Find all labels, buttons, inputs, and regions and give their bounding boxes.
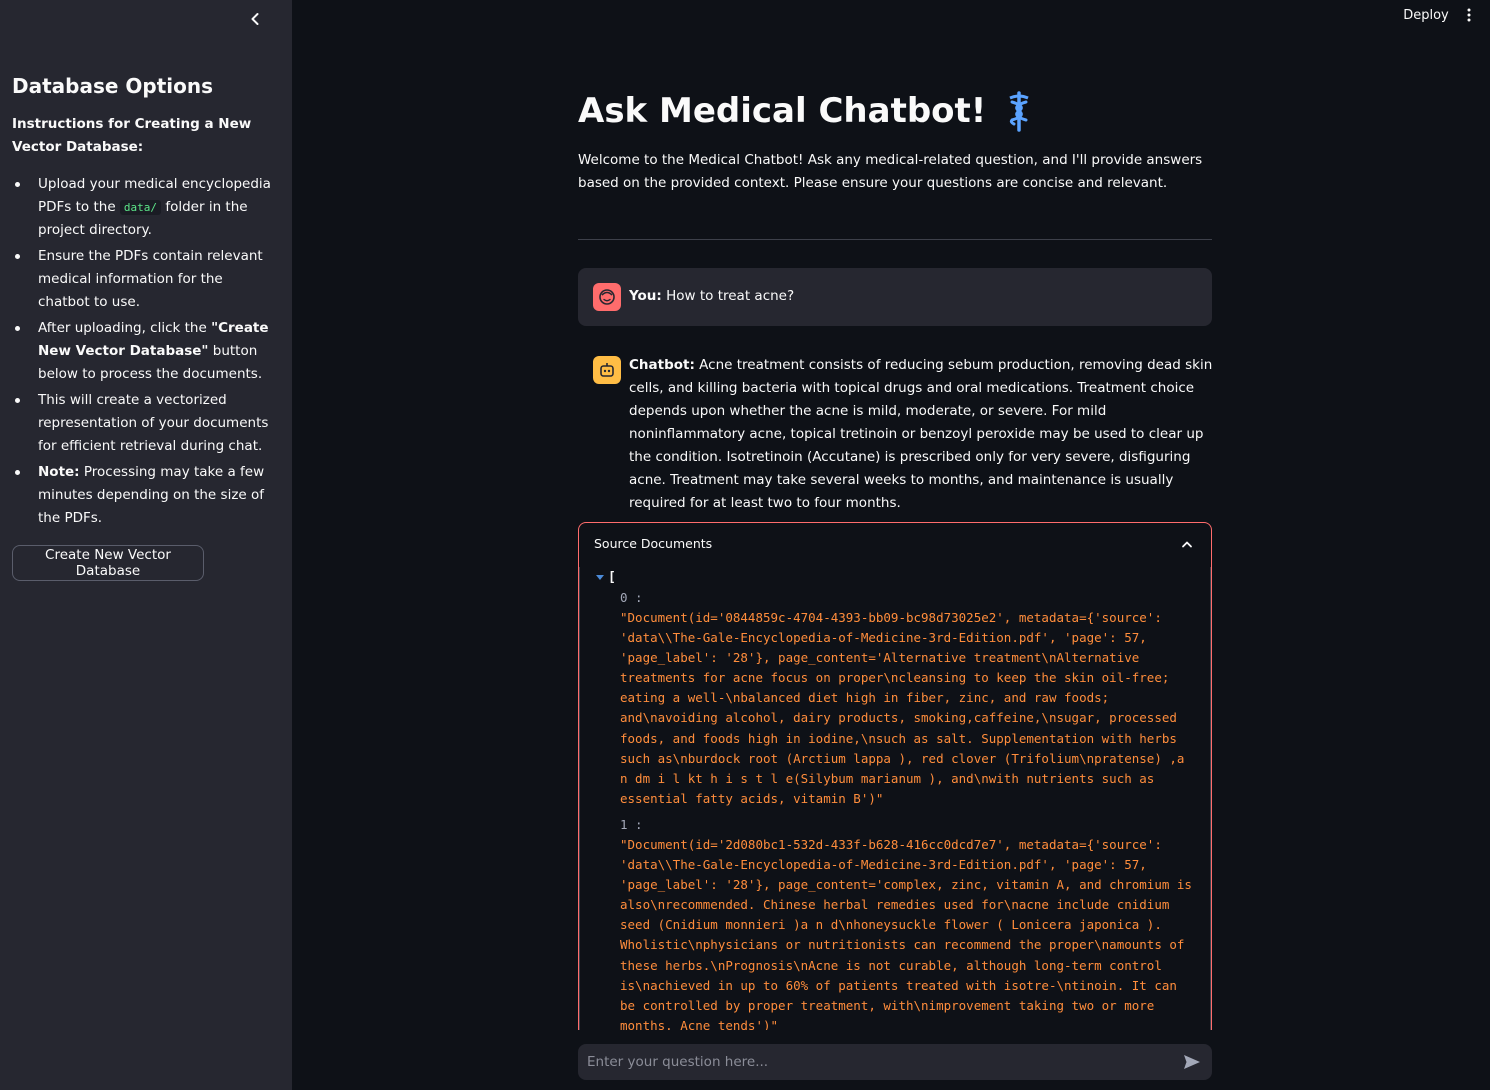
list-item: Ensure the PDFs contain relevant medical… bbox=[12, 245, 278, 314]
chevron-up-icon bbox=[1179, 536, 1195, 552]
user-face-icon bbox=[599, 289, 615, 305]
intro-text: Welcome to the Medical Chatbot! Ask any … bbox=[578, 152, 1203, 191]
chat-input-container bbox=[578, 1044, 1212, 1080]
send-button[interactable] bbox=[1182, 1052, 1202, 1072]
json-value: "Document(id='0844859c-4704-4393-bb09-bc… bbox=[620, 610, 1192, 806]
more-vertical-icon bbox=[1467, 8, 1471, 22]
chevron-left-icon bbox=[251, 13, 259, 25]
medical-symbol-icon bbox=[1004, 90, 1034, 132]
deploy-button[interactable]: Deploy bbox=[1398, 5, 1454, 25]
divider bbox=[578, 239, 1212, 240]
source-documents-content: [ 0 : "Document(id='0844859c-4704-4393-b… bbox=[579, 567, 1211, 1030]
bot-answer: Acne treatment consists of reducing sebu… bbox=[629, 357, 1213, 511]
list-item-text: This will create a vectorized representa… bbox=[38, 392, 269, 454]
page-title: Ask Medical Chatbot! bbox=[578, 86, 1034, 136]
question-input[interactable] bbox=[578, 1044, 1168, 1080]
instructions-list: Upload your medical encyclopedia PDFs to… bbox=[12, 173, 278, 533]
collapse-caret-icon[interactable] bbox=[596, 575, 604, 580]
sidebar-title: Database Options bbox=[12, 74, 214, 98]
main-menu-button[interactable] bbox=[1460, 5, 1478, 25]
list-item: This will create a vectorized representa… bbox=[12, 389, 278, 458]
source-documents-label: Source Documents bbox=[594, 536, 713, 551]
user-avatar bbox=[593, 283, 621, 311]
user-message-text: You: How to treat acne? bbox=[629, 285, 794, 308]
json-index: 1 : bbox=[620, 817, 643, 832]
create-vector-database-button[interactable]: Create New Vector Database bbox=[12, 545, 204, 581]
page-title-text: Ask Medical Chatbot! bbox=[578, 91, 987, 131]
instructions-heading: Instructions for Creating a New Vector D… bbox=[12, 116, 252, 155]
bot-message-text: Chatbot: Acne treatment consists of redu… bbox=[629, 354, 1219, 515]
json-index: 0 : bbox=[620, 590, 643, 605]
source-documents-expander: Source Documents [ 0 : "Document(id='084… bbox=[578, 522, 1212, 1030]
list-item-text: After uploading, click the bbox=[38, 320, 212, 336]
user-message: You: How to treat acne? bbox=[578, 268, 1212, 326]
data-folder-code: data/ bbox=[119, 200, 162, 215]
send-icon bbox=[1184, 1055, 1200, 1069]
list-item-strong: Note: bbox=[38, 464, 80, 480]
list-item: Upload your medical encyclopedia PDFs to… bbox=[12, 173, 278, 242]
bot-speaker-label: Chatbot: bbox=[629, 357, 695, 373]
json-open-bracket: [ bbox=[608, 570, 616, 585]
robot-icon bbox=[600, 363, 614, 377]
collapse-sidebar-button[interactable] bbox=[244, 8, 266, 30]
sidebar: Database Options Instructions for Creati… bbox=[0, 0, 292, 1090]
user-speaker-label: You: bbox=[629, 288, 662, 304]
json-value: "Document(id='2d080bc1-532d-433f-b628-41… bbox=[620, 837, 1200, 1030]
source-documents-toggle[interactable]: Source Documents bbox=[579, 523, 1211, 567]
list-item: Note: Processing may take a few minutes … bbox=[12, 461, 278, 530]
list-item: After uploading, click the "Create New V… bbox=[12, 317, 278, 386]
json-root: [ bbox=[596, 570, 616, 585]
user-question: How to treat acne? bbox=[661, 288, 795, 304]
list-item-text: Ensure the PDFs contain relevant medical… bbox=[38, 248, 263, 310]
bot-avatar bbox=[593, 356, 621, 384]
